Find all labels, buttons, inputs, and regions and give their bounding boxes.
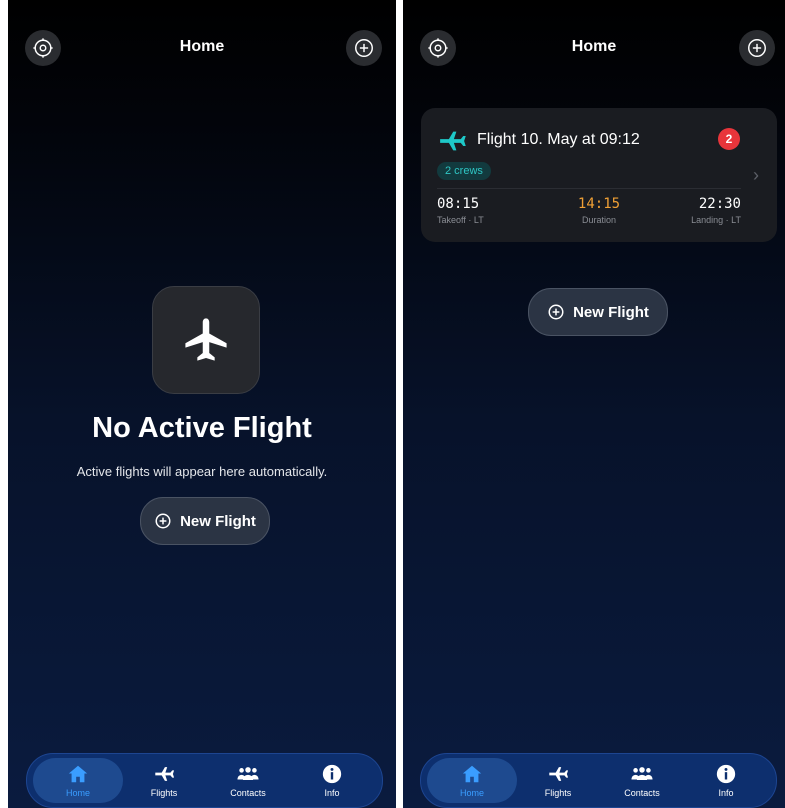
page-title: Home (179, 38, 225, 55)
landing-label: Landing · LT (691, 215, 741, 225)
airplane-icon (549, 767, 569, 781)
house-icon (462, 765, 482, 783)
add-button[interactable] (346, 30, 382, 66)
tab-contacts-label: Contacts (230, 788, 266, 798)
plus-circle-icon (548, 304, 564, 320)
landing-value: 22:30 (698, 196, 741, 212)
home-screen-empty: Home No Active Flight Active flights wil… (8, 0, 396, 808)
tab-bar: Home Flights Contacts Info (26, 753, 383, 808)
status-bar (403, 0, 785, 6)
plus-circle-icon (748, 39, 766, 57)
tab-contacts[interactable]: Contacts (597, 758, 687, 803)
home-screen-active: Home Flight 10. May at 09:12 2 2 crews ›… (403, 0, 785, 808)
airplane-icon (440, 131, 466, 151)
new-flight-button[interactable]: New Flight (140, 497, 270, 545)
landing-stat: 22:30 Landing · LT (691, 196, 741, 225)
tab-contacts[interactable]: Contacts (203, 758, 293, 803)
airplane-icon (155, 767, 175, 781)
info-icon (716, 764, 736, 784)
tab-home[interactable]: Home (427, 758, 517, 803)
tab-info[interactable]: Info (287, 758, 377, 803)
tab-bar: Home Flights Contacts Info (420, 753, 777, 808)
plus-circle-icon (155, 513, 171, 529)
tab-flights-label: Flights (150, 788, 178, 798)
notification-badge: 2 (718, 128, 740, 150)
add-button[interactable] (739, 30, 775, 66)
tab-contacts-label: Contacts (624, 788, 660, 798)
people-icon (631, 767, 653, 780)
tab-info[interactable]: Info (681, 758, 771, 803)
tab-flights-label: Flights (544, 788, 572, 798)
new-flight-label: New Flight (180, 512, 256, 530)
crews-tag: 2 crews (437, 162, 491, 180)
empty-state-subtitle: Active flights will appear here automati… (76, 464, 328, 479)
tab-home[interactable]: Home (33, 758, 123, 803)
tab-info-label: Info (718, 788, 734, 798)
tab-home-label: Home (459, 788, 484, 798)
page-title: Home (571, 38, 617, 55)
empty-state-title: No Active Flight (92, 412, 312, 444)
status-bar (8, 0, 396, 6)
house-icon (68, 765, 88, 783)
tab-flights[interactable]: Flights (513, 758, 603, 803)
tab-flights[interactable]: Flights (119, 758, 209, 803)
flight-card[interactable]: Flight 10. May at 09:12 2 2 crews › 08:1… (421, 108, 777, 242)
new-flight-label: New Flight (573, 303, 649, 321)
new-flight-button[interactable]: New Flight (528, 288, 668, 336)
airplane-icon (185, 318, 227, 361)
chevron-right-icon: › (753, 165, 759, 185)
people-icon (237, 767, 259, 780)
flight-title: Flight 10. May at 09:12 (477, 131, 640, 148)
empty-state-icon (152, 286, 260, 394)
plus-circle-icon (355, 39, 373, 57)
divider (437, 188, 741, 189)
tab-info-label: Info (324, 788, 340, 798)
info-icon (322, 764, 342, 784)
tab-home-label: Home (65, 788, 90, 798)
